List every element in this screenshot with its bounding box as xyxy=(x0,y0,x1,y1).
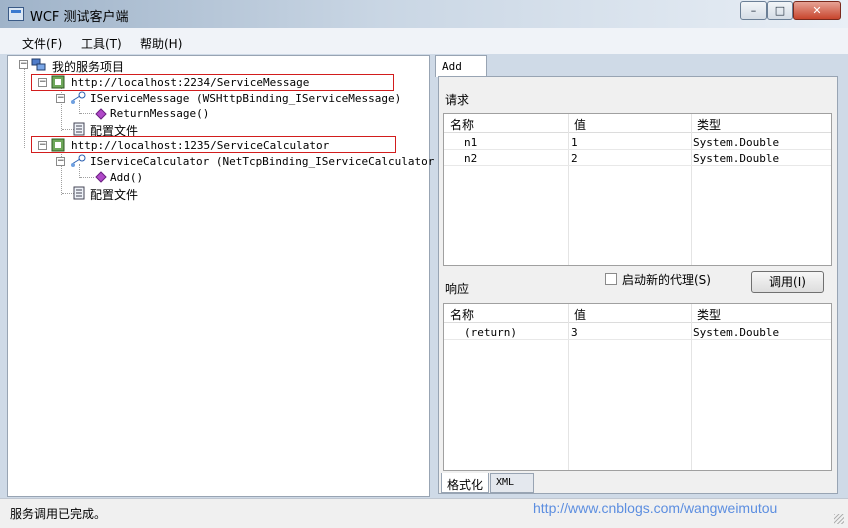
new-proxy-label[interactable]: 启动新的代理(S) xyxy=(622,271,711,288)
resize-grip[interactable] xyxy=(834,514,844,524)
collapse-toggle[interactable]: − xyxy=(38,78,47,87)
result-name: (return) xyxy=(464,326,517,339)
invoke-button[interactable]: 调用(I) xyxy=(751,271,824,293)
title-bar[interactable]: WCF 测试客户端 – □ ✕ xyxy=(0,0,848,28)
operation-panel: 请求 名称 值 类型 n1 1 System.Double n2 2 Syste… xyxy=(438,76,838,494)
service-icon xyxy=(51,75,65,89)
menu-tools[interactable]: 工具(T) xyxy=(81,35,122,52)
param-value[interactable]: 2 xyxy=(571,152,578,165)
column-header: 值 xyxy=(574,118,587,132)
menu-help[interactable]: 帮助(H) xyxy=(140,35,182,52)
app-window: WCF 测试客户端 – □ ✕ 文件(F) 工具(T) 帮助(H) − 我的服务… xyxy=(0,0,848,528)
tree-service-url[interactable]: http://localhost:2234/ServiceMessage xyxy=(71,76,309,92)
tree-line xyxy=(24,68,25,148)
tab-formatted[interactable]: 格式化 xyxy=(441,473,489,493)
contract-icon xyxy=(70,91,86,105)
config-file-icon xyxy=(72,186,86,200)
param-value[interactable]: 1 xyxy=(571,136,578,149)
maximize-button[interactable]: □ xyxy=(767,1,793,20)
tree-root-label[interactable]: 我的服务项目 xyxy=(52,58,124,74)
column-header: 类型 xyxy=(697,118,722,132)
computer-network-icon xyxy=(31,58,46,72)
collapse-toggle[interactable]: − xyxy=(56,94,65,103)
tab-add[interactable]: Add xyxy=(435,55,487,77)
column-header: 名称 xyxy=(450,118,475,132)
tree-line xyxy=(80,177,94,178)
menu-bar: 文件(F) 工具(T) 帮助(H) xyxy=(0,28,848,54)
response-grid: 名称 值 类型 (return) 3 System.Double xyxy=(443,303,832,471)
table-row[interactable]: n2 2 System.Double xyxy=(444,150,831,166)
result-value: 3 xyxy=(571,326,578,339)
column-header: 类型 xyxy=(697,308,722,322)
collapse-toggle[interactable]: − xyxy=(19,60,28,69)
param-type: System.Double xyxy=(693,136,780,149)
grid-header: 名称 值 类型 xyxy=(444,114,831,133)
table-row[interactable]: (return) 3 System.Double xyxy=(444,324,831,340)
service-icon xyxy=(51,138,65,152)
collapse-toggle[interactable]: − xyxy=(38,141,47,150)
operation-icon xyxy=(94,107,108,121)
param-name: n2 xyxy=(464,152,478,165)
operation-icon xyxy=(94,170,108,184)
tree-operation[interactable]: Add() xyxy=(110,171,143,187)
service-tree: − 我的服务项目 − http://localhost:2234/Service… xyxy=(7,55,441,497)
contract-icon xyxy=(70,154,86,168)
config-file-icon xyxy=(72,122,86,136)
tree-contract[interactable]: IServiceCalculator (NetTcpBinding_IServi… xyxy=(90,155,441,171)
window-title: WCF 测试客户端 xyxy=(30,10,129,25)
table-row[interactable]: n1 1 System.Double xyxy=(444,134,831,150)
request-grid: 名称 值 类型 n1 1 System.Double n2 2 System.D… xyxy=(443,113,832,266)
collapse-toggle[interactable]: − xyxy=(56,157,65,166)
tree-operation[interactable]: ReturnMessage() xyxy=(110,107,209,123)
result-type: System.Double xyxy=(693,326,780,339)
minimize-button[interactable]: – xyxy=(740,1,767,20)
app-icon xyxy=(8,7,24,21)
param-name: n1 xyxy=(464,136,478,149)
column-header: 名称 xyxy=(450,308,475,322)
request-label: 请求 xyxy=(445,93,470,107)
tree-line xyxy=(61,85,62,131)
watermark-url: http://www.cnblogs.com/wangweimutou xyxy=(533,500,778,516)
tree-contract[interactable]: IServiceMessage (WSHttpBinding_IServiceM… xyxy=(90,92,401,108)
tree-line xyxy=(80,113,94,114)
status-text: 服务调用已完成。 xyxy=(10,507,107,521)
column-header: 值 xyxy=(574,308,587,322)
grid-header: 名称 值 类型 xyxy=(444,304,831,323)
new-proxy-checkbox[interactable] xyxy=(605,273,617,285)
status-bar: 服务调用已完成。 http://www.cnblogs.com/wangweim… xyxy=(0,498,848,528)
tree-service-url[interactable]: http://localhost:1235/ServiceCalculator xyxy=(71,139,329,155)
response-label: 响应 xyxy=(445,282,470,296)
tree-config-file[interactable]: 配置文件 xyxy=(90,186,138,202)
tab-xml[interactable]: XML xyxy=(490,473,534,493)
param-type: System.Double xyxy=(693,152,780,165)
menu-file[interactable]: 文件(F) xyxy=(22,35,62,52)
close-button[interactable]: ✕ xyxy=(793,1,841,20)
